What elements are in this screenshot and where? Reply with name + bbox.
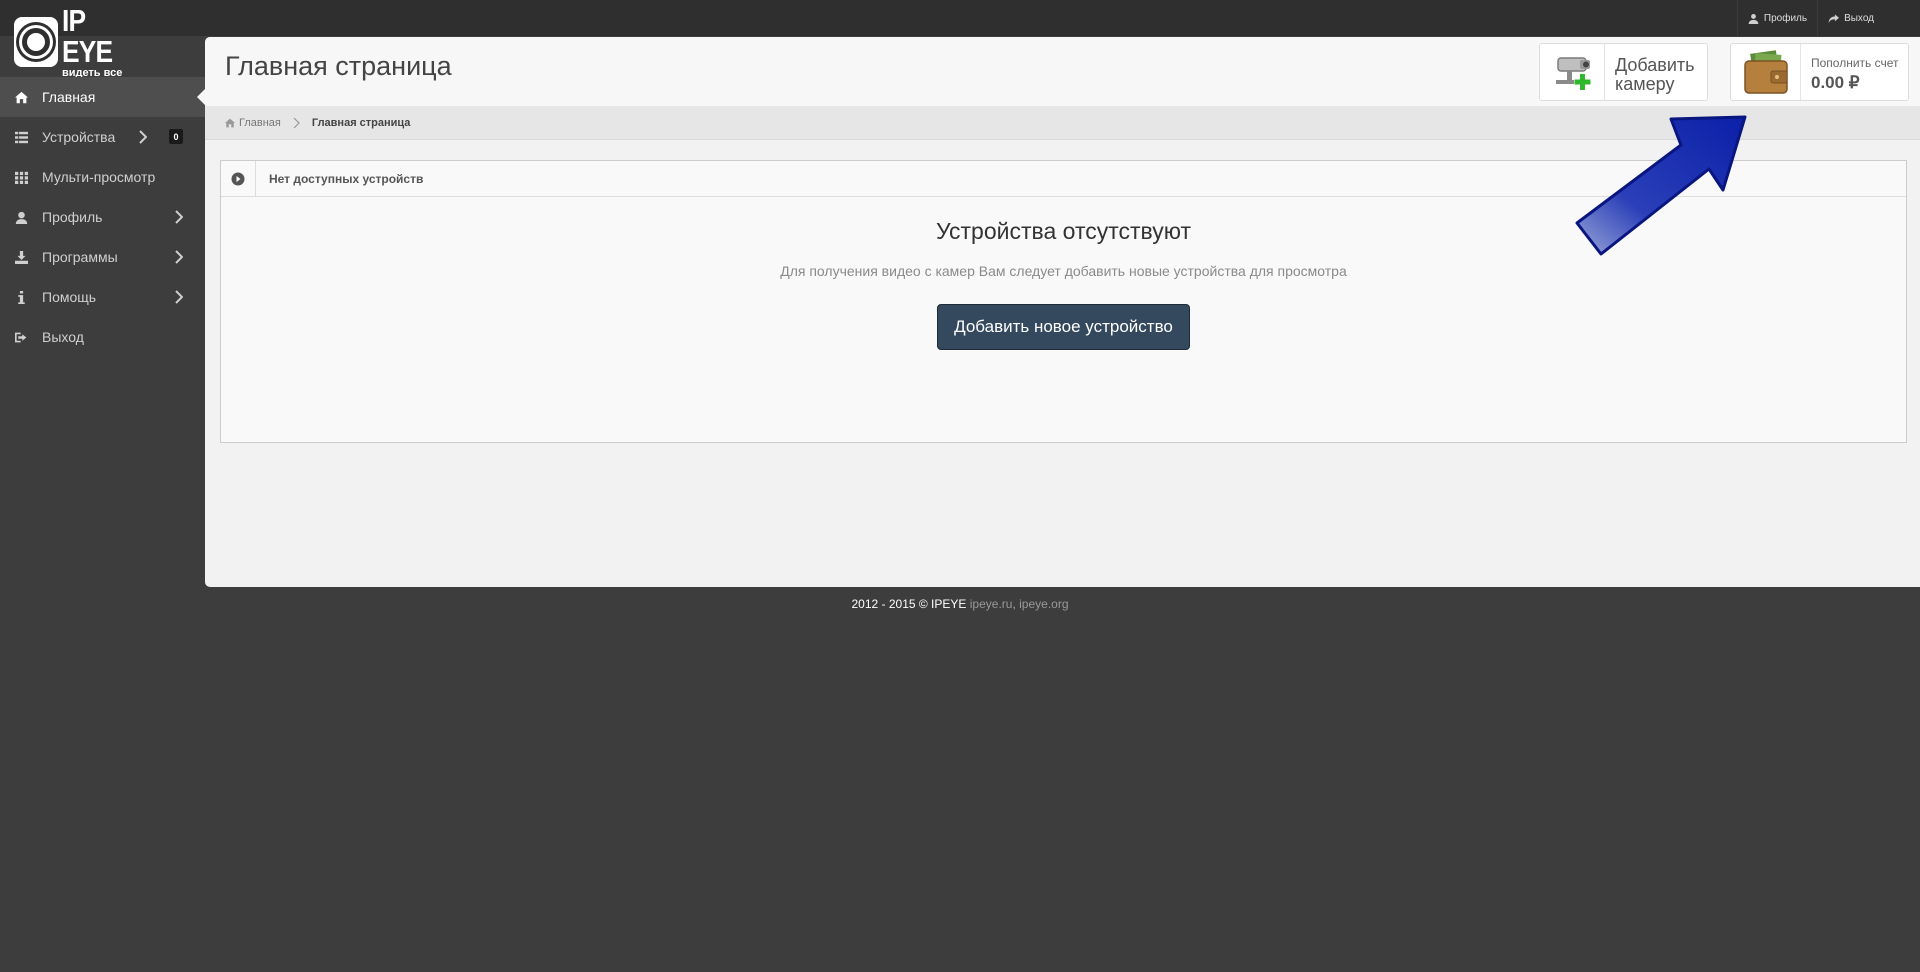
wallet-label: Пополнить счет (1811, 56, 1899, 70)
top-up-wallet-button[interactable]: Пополнить счет 0.00 ₽ (1730, 43, 1909, 101)
ipeye-logo[interactable]: IP EYE видеть все (14, 5, 144, 79)
user-icon (1748, 13, 1759, 24)
sidebar-item-home[interactable]: Главная (0, 77, 205, 117)
breadcrumb-home-label: Главная (239, 117, 281, 129)
devices-count-badge: 0 (169, 129, 183, 144)
sidebar-item-help[interactable]: Помощь (0, 277, 205, 317)
sidebar-item-label: Помощь (42, 289, 97, 305)
grid-icon (15, 171, 28, 184)
sidebar-item-label: Главная (42, 89, 96, 105)
sidebar-item-devices[interactable]: Устройства 0 (0, 117, 205, 157)
share-arrow-icon (1828, 13, 1840, 23)
footer-copyright: 2012 - 2015 © IPEYE (851, 597, 967, 611)
breadcrumb-home-link[interactable]: Главная (225, 117, 281, 129)
annotation-arrow-icon (1575, 115, 1747, 256)
top-bar: Профиль Выход (0, 0, 1920, 36)
add-camera-button[interactable]: Добавить камеру (1539, 43, 1708, 101)
add-camera-label-line1: Добавить (1615, 55, 1695, 75)
wallet-icon (1743, 50, 1788, 94)
sidebar: Главная Устройства 0 Мульти-просмотр Про… (0, 77, 205, 357)
play-circle-icon (231, 172, 245, 185)
add-camera-label-line2: камеру (1615, 74, 1675, 94)
sidebar-item-logout[interactable]: Выход (0, 317, 205, 357)
page-header: Главная страница Добавить камеру Пополни… (205, 37, 1920, 107)
empty-state-description: Для получения видео с камер Вам следует … (780, 263, 1347, 279)
sidebar-item-programs[interactable]: Программы (0, 237, 205, 277)
sidebar-item-multiview[interactable]: Мульти-просмотр (0, 157, 205, 197)
camera-add-icon (1556, 57, 1591, 90)
top-profile-link[interactable]: Профиль (1736, 0, 1817, 36)
add-device-button[interactable]: Добавить новое устройство (937, 304, 1190, 350)
chevron-right-icon (175, 250, 183, 264)
logout-icon (15, 332, 27, 342)
sidebar-item-label: Программы (42, 249, 118, 265)
user-icon (15, 211, 28, 224)
footer-link-ipeye-ru[interactable]: ipeye.ru (970, 597, 1013, 611)
logo-eye-icon (14, 17, 58, 67)
logo-text: IP EYE (61, 3, 113, 69)
sidebar-item-profile[interactable]: Профиль (0, 197, 205, 237)
footer-link-ipeye-org[interactable]: ipeye.org (1019, 597, 1068, 611)
sidebar-item-label: Профиль (42, 209, 103, 225)
download-icon (15, 250, 28, 264)
footer-separator: , (1012, 597, 1016, 611)
wallet-balance: 0.00 ₽ (1811, 73, 1860, 92)
chevron-right-icon (175, 290, 183, 304)
info-icon (18, 290, 25, 304)
sidebar-item-label: Мульти-просмотр (42, 169, 156, 185)
top-links: Профиль Выход (1736, 0, 1884, 36)
chevron-right-icon (293, 117, 300, 129)
top-logout-label: Выход (1844, 12, 1874, 24)
chevron-right-icon (139, 130, 147, 144)
panel-title: Нет доступных устройств (269, 171, 424, 186)
list-icon (15, 131, 28, 143)
page-title: Главная страница (225, 51, 452, 81)
home-icon (225, 118, 235, 128)
top-logout-link[interactable]: Выход (1817, 0, 1884, 36)
sidebar-item-label: Выход (42, 329, 84, 345)
sidebar-item-label: Устройства (42, 129, 116, 145)
chevron-right-icon (175, 210, 183, 224)
home-icon (15, 91, 28, 103)
footer: 2012 - 2015 © IPEYE ipeye.ru, ipeye.org (0, 597, 1920, 611)
top-profile-label: Профиль (1763, 12, 1808, 24)
breadcrumb-current: Главная страница (311, 117, 411, 129)
